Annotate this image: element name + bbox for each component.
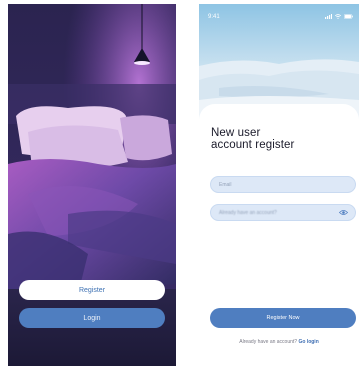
signal-icon (325, 14, 332, 19)
welcome-screen: Register Login (8, 4, 176, 366)
register-button[interactable]: Register (19, 280, 165, 300)
register-now-button[interactable]: Register Now (210, 308, 356, 328)
status-icons (325, 14, 353, 19)
battery-icon (344, 14, 353, 19)
status-time: 9:41 (208, 14, 220, 20)
email-field[interactable] (210, 176, 356, 193)
page-title: New user account register (211, 127, 294, 151)
go-login-link[interactable]: Go login (298, 339, 318, 345)
footer: Already have an account? Go login (199, 339, 359, 345)
login-button[interactable]: Login (19, 308, 165, 328)
wifi-icon (335, 14, 341, 19)
register-screen: 9:41 New user account register Email Reg… (199, 4, 359, 366)
eye-icon[interactable] (339, 209, 348, 216)
title-line-2: account register (211, 139, 295, 151)
title-line-1: New user (211, 127, 261, 139)
footer-text: Already have an account? (239, 339, 298, 345)
email-input[interactable] (219, 180, 334, 190)
snow-dunes-header-image (199, 4, 359, 119)
password-input[interactable] (219, 208, 334, 218)
password-field[interactable] (210, 204, 356, 221)
